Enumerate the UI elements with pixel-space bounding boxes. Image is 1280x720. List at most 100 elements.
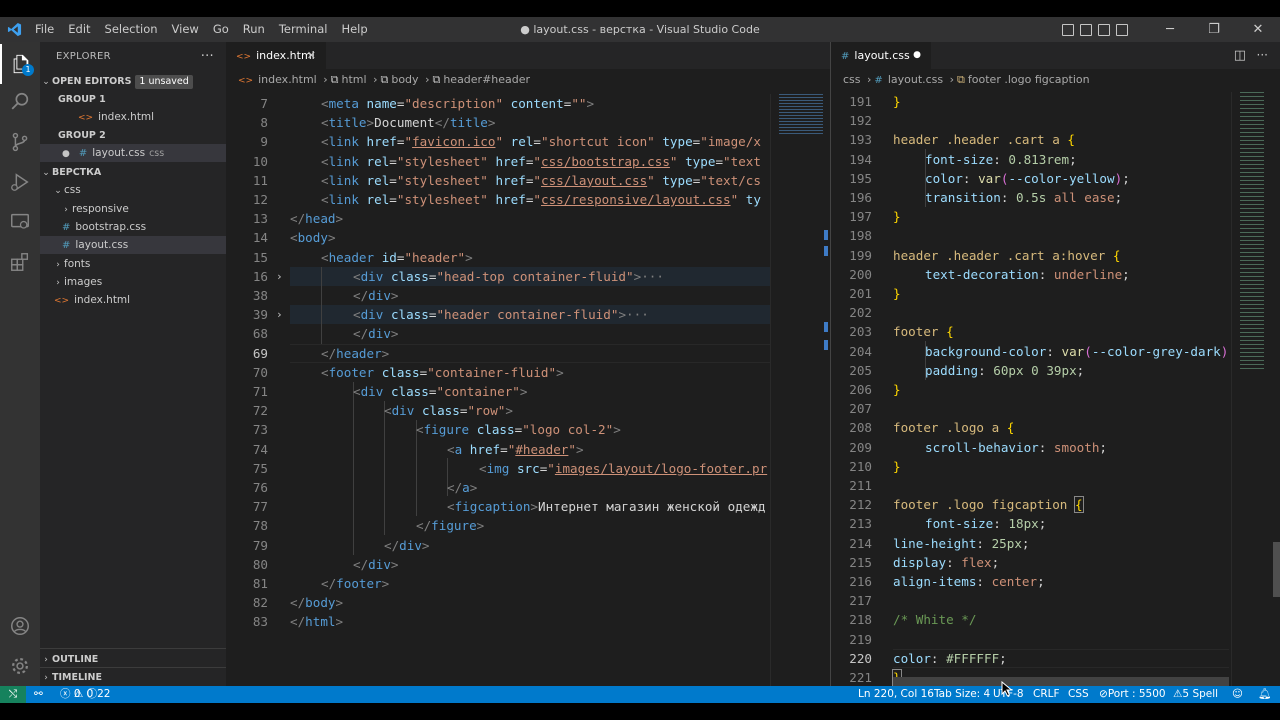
- letterbox-top: [0, 0, 1280, 17]
- menu-run[interactable]: Run: [236, 17, 272, 42]
- folder-fonts[interactable]: › fonts: [40, 255, 226, 273]
- customize-layout-icon[interactable]: [1116, 23, 1128, 36]
- crumb-folder[interactable]: css: [843, 73, 861, 86]
- end-of-line[interactable]: CRLF: [1033, 686, 1060, 703]
- minimize-icon[interactable]: ─: [1148, 22, 1192, 37]
- tab-index-html[interactable]: <> index.html ✕: [226, 42, 326, 69]
- menu-terminal[interactable]: Terminal: [272, 17, 335, 42]
- crumb-file[interactable]: index.html: [258, 73, 317, 86]
- line-number: 205: [849, 362, 872, 378]
- file-layout-label: layout.css: [75, 239, 129, 251]
- menu-file[interactable]: File: [28, 17, 61, 42]
- feedback-icon[interactable]: ☺: [1232, 686, 1243, 703]
- spell-check[interactable]: ⚠ 5 Spell: [1173, 686, 1218, 703]
- file-index-html[interactable]: <> index.html: [40, 291, 226, 309]
- close-icon[interactable]: ✕: [307, 42, 316, 69]
- minimap-content: [1240, 92, 1264, 372]
- workspace-section[interactable]: ⌄ ВЕРСТКА: [40, 163, 226, 181]
- line-number: 12: [252, 192, 268, 207]
- left-minimap[interactable]: [770, 94, 830, 686]
- restore-icon[interactable]: ❐: [1192, 22, 1236, 37]
- close-window-icon[interactable]: ✕: [1236, 22, 1280, 37]
- code-line: <div class="row">: [384, 403, 513, 419]
- port-label: Port : 5500: [1107, 688, 1166, 700]
- code-line: </html>: [290, 614, 344, 630]
- problems-indicator[interactable]: ⓧ 0 ⚠ 0 ⓘ 22: [60, 686, 110, 703]
- menu-help[interactable]: Help: [334, 17, 374, 42]
- file-bootstrap-css[interactable]: # bootstrap.css: [40, 218, 226, 236]
- css-file-icon: #: [62, 222, 71, 233]
- menu-view[interactable]: View: [165, 17, 206, 42]
- split-editor-icon[interactable]: ◫: [1234, 42, 1246, 69]
- vscode-window: File Edit Selection View Go Run Terminal…: [0, 0, 1280, 720]
- menu-go[interactable]: Go: [206, 17, 236, 42]
- menu-selection[interactable]: Selection: [98, 17, 165, 42]
- file-layout-css[interactable]: # layout.css: [40, 236, 226, 254]
- code-line: footer {: [893, 324, 954, 340]
- line-number: 201: [849, 286, 872, 301]
- explorer-icon[interactable]: [0, 44, 40, 84]
- live-server-port[interactable]: ⊘ Port : 5500: [1099, 686, 1166, 703]
- open-editors-section[interactable]: ⌄ OPEN EDITORS 1 unsaved: [40, 72, 226, 90]
- more-actions-icon[interactable]: ···: [1257, 42, 1268, 69]
- left-code-editor[interactable]: 7 8 9 10 11 12 13 14 15 16 38 39 68 69 70 71 72 73 74 75 76 7…: [226, 94, 830, 686]
- folder-responsive[interactable]: › responsive: [40, 200, 226, 218]
- outline-label: OUTLINE: [52, 654, 99, 665]
- line-number: 208: [849, 420, 872, 436]
- toggle-panel-icon[interactable]: [1080, 23, 1092, 36]
- fold-chevron-icon[interactable]: ›: [276, 267, 283, 286]
- cursor-position[interactable]: Ln 220, Col 16: [858, 686, 934, 703]
- timeline-section[interactable]: › TIMELINE: [40, 668, 226, 686]
- line-number: 73: [252, 422, 268, 438]
- accounts-icon[interactable]: [0, 606, 40, 646]
- toggle-secondary-sidebar-icon[interactable]: [1098, 23, 1110, 36]
- line-number: 217: [849, 593, 872, 609]
- crumb-file[interactable]: layout.css: [888, 73, 943, 86]
- crumb-header[interactable]: header#header: [443, 73, 530, 86]
- outline-section[interactable]: › OUTLINE: [40, 650, 226, 668]
- horizontal-scrollbar[interactable]: [893, 677, 1229, 686]
- code-line: font-size: 18px;: [925, 516, 1047, 532]
- run-debug-icon[interactable]: [0, 162, 40, 202]
- unsaved-dot-icon[interactable]: ●: [913, 42, 921, 69]
- right-code-editor[interactable]: 191 192 193 194 195 196 197 198 199 200 201 202 203 2…: [831, 92, 1280, 686]
- code-line: color: var(--color-yellow);: [925, 170, 1130, 186]
- language-mode[interactable]: CSS: [1068, 686, 1089, 703]
- right-minimap[interactable]: [1231, 92, 1280, 686]
- extensions-icon[interactable]: [0, 242, 40, 282]
- line-number: 72: [252, 403, 268, 419]
- more-actions-icon[interactable]: ···: [201, 42, 214, 72]
- status-bar: ⤭ ⚯ ⓧ 0 ⚠ 0 ⓘ 22 Ln 220, Col 16 Tab Size…: [0, 686, 1280, 703]
- menu-bar: File Edit Selection View Go Run Terminal…: [28, 17, 375, 42]
- unsaved-dot-icon[interactable]: ●: [62, 149, 70, 159]
- branch-sync-icon[interactable]: ⚯: [34, 686, 43, 703]
- file-bootstrap-label: bootstrap.css: [75, 221, 147, 233]
- crumb-body[interactable]: body: [391, 73, 418, 86]
- vertical-scrollbar-thumb[interactable]: [1273, 542, 1280, 597]
- folder-css[interactable]: ⌄ css: [40, 181, 226, 199]
- notifications-bell-icon[interactable]: 🔔︎: [1258, 686, 1271, 703]
- crumb-html[interactable]: html: [342, 73, 367, 86]
- crumb-selector[interactable]: footer .logo figcaption: [968, 73, 1090, 86]
- open-editor-folder-hint: css: [149, 148, 165, 159]
- group-1-text: GROUP 1: [58, 94, 106, 105]
- toggle-sidebar-icon[interactable]: [1062, 23, 1074, 36]
- html-file-icon: <>: [78, 113, 94, 123]
- remote-explorer-icon[interactable]: [0, 202, 40, 242]
- tab-size[interactable]: Tab Size: 4: [934, 686, 990, 703]
- fold-chevron-icon[interactable]: ›: [276, 305, 283, 324]
- settings-gear-icon[interactable]: [0, 646, 40, 686]
- open-editor-index-html[interactable]: <> index.html: [40, 108, 226, 126]
- line-number: 218: [849, 612, 872, 628]
- tab-layout-css[interactable]: # layout.css ●: [831, 42, 931, 69]
- remote-indicator-icon[interactable]: ⤭: [0, 686, 26, 703]
- sidebar-header: EXPLORER ···: [40, 42, 226, 72]
- folder-images[interactable]: › images: [40, 273, 226, 291]
- line-number: 70: [252, 364, 268, 380]
- menu-edit[interactable]: Edit: [61, 17, 97, 42]
- code-line: </header>: [321, 345, 390, 361]
- open-editor-layout-css[interactable]: ● # layout.css css: [40, 144, 226, 162]
- selector-icon: ⧉: [957, 73, 965, 86]
- source-control-icon[interactable]: [0, 122, 40, 162]
- search-icon[interactable]: [0, 82, 40, 122]
